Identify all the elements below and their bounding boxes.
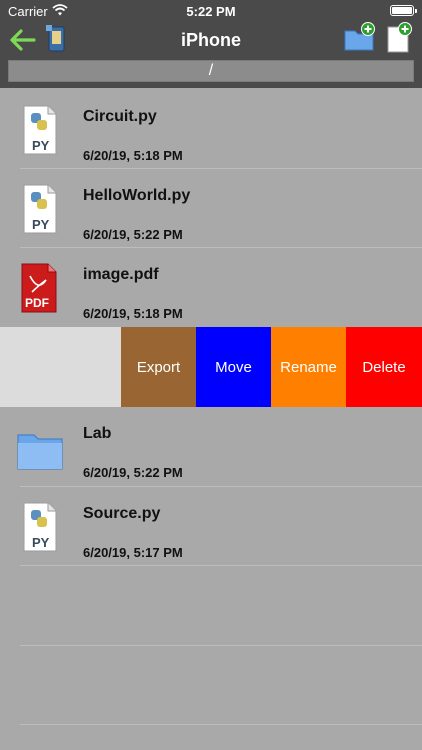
file-name: HelloWorld.py (83, 187, 191, 204)
swiped-row[interactable]: Export Move Rename Delete (0, 327, 422, 407)
file-name: Circuit.py (83, 108, 157, 125)
status-time: 5:22 PM (186, 4, 236, 19)
folder-icon (17, 434, 63, 470)
list-item[interactable]: PY HelloWorld.py 6/20/19, 5:22 PM (0, 169, 422, 248)
file-date: 6/20/19, 5:22 PM (83, 465, 183, 480)
list-item[interactable]: Lab 6/20/19, 5:22 PM (0, 407, 422, 486)
file-date: 6/20/19, 5:18 PM (83, 148, 183, 163)
path-bar[interactable]: / (8, 60, 414, 82)
file-type-badge: PY (32, 138, 50, 153)
battery-icon (390, 5, 417, 16)
file-type-badge: PY (32, 217, 50, 232)
row-divider (20, 724, 422, 725)
file-date: 6/20/19, 5:22 PM (83, 227, 183, 242)
row-divider (20, 565, 422, 566)
navigation-bar: iPhone / (0, 22, 422, 88)
delete-button[interactable]: Delete (346, 327, 422, 407)
row-divider (20, 645, 422, 646)
file-name: Lab (83, 425, 112, 442)
status-bar: Carrier 5:22 PM (0, 0, 422, 22)
file-name: image.pdf (83, 266, 159, 283)
file-type-badge: PY (32, 535, 50, 550)
list-item[interactable]: PY Circuit.py 6/20/19, 5:18 PM (0, 90, 422, 169)
new-folder-icon[interactable] (343, 22, 377, 52)
file-name: Source.py (83, 505, 161, 522)
file-date: 6/20/19, 5:17 PM (83, 545, 183, 560)
list-item[interactable]: PY Source.py 6/20/19, 5:17 PM (0, 487, 422, 566)
export-button[interactable]: Export (121, 327, 196, 407)
list-item[interactable]: PDF image.pdf 6/20/19, 5:18 PM (0, 248, 422, 327)
new-file-icon[interactable] (385, 22, 413, 54)
file-date: 6/20/19, 5:18 PM (83, 306, 183, 321)
move-button[interactable]: Move (196, 327, 271, 407)
file-type-badge: PDF (25, 296, 49, 310)
rename-button[interactable]: Rename (271, 327, 346, 407)
